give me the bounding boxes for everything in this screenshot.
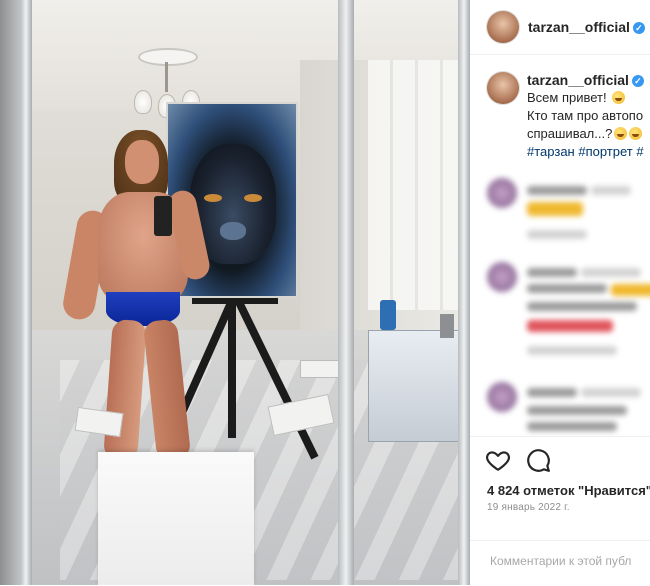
- comment-input[interactable]: [490, 554, 650, 568]
- likes-count[interactable]: 4 824 отметок "Нравится": [487, 483, 650, 498]
- header-username[interactable]: tarzan__official ✓: [528, 19, 645, 35]
- blank-canvas: [98, 452, 254, 585]
- post-photo: [0, 0, 470, 585]
- avatar[interactable]: [487, 11, 519, 43]
- action-bar: [470, 436, 650, 483]
- post-header: tarzan__official ✓: [470, 0, 650, 55]
- emoji-icon: [629, 127, 643, 140]
- floor-box: [300, 360, 342, 378]
- phone: [154, 196, 172, 236]
- comment-blurred: [487, 178, 650, 248]
- post-date[interactable]: 19 январь 2022 г.: [487, 502, 570, 513]
- mirror-frame: [458, 0, 470, 585]
- comment-blurred: [487, 262, 650, 362]
- caption-username[interactable]: tarzan__official ✓: [527, 72, 644, 88]
- caption-line: спрашивал...?: [527, 126, 643, 141]
- caption-hashtags[interactable]: #тарзан #портрет #: [527, 144, 644, 159]
- mirror-edge: [0, 0, 22, 585]
- emoji-icon: [614, 127, 628, 140]
- verified-icon: ✓: [631, 75, 644, 87]
- verified-icon: ✓: [632, 22, 645, 34]
- window-blinds: [368, 60, 468, 310]
- mirror-frame: [20, 0, 32, 585]
- caption-line: Кто там про автопо: [527, 108, 644, 123]
- side-table: [368, 330, 466, 442]
- post-sidebar: tarzan__official ✓ tarzan__official ✓ Всем…: [470, 0, 650, 585]
- easel-leg: [228, 296, 236, 438]
- emoji-icon: [612, 91, 626, 104]
- brush-cup: [440, 314, 454, 338]
- comment-bar: [470, 540, 650, 586]
- caption-line: Всем привет!: [527, 90, 626, 105]
- avatar[interactable]: [487, 72, 519, 104]
- mirror-frame: [338, 0, 354, 585]
- comment-bubble-icon[interactable]: [525, 447, 551, 473]
- bottle: [380, 300, 396, 330]
- heart-icon[interactable]: [485, 447, 511, 473]
